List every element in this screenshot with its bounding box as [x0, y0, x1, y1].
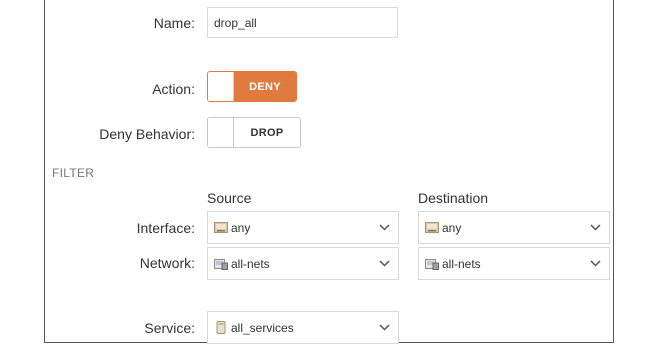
name-input[interactable]: drop_all: [207, 7, 398, 38]
network-label: Network:: [139, 255, 195, 271]
interface-label: Interface:: [136, 220, 195, 236]
deny-behavior-toggle[interactable]: DROP: [207, 117, 301, 148]
chevron-down-icon: [370, 224, 398, 231]
destination-network-select[interactable]: all-nets: [418, 247, 610, 280]
filter-section-heading: FILTER: [52, 166, 95, 180]
destination-column-header: Destination: [418, 190, 489, 206]
name-label: Name:: [153, 15, 195, 31]
chevron-down-icon: [581, 260, 609, 267]
deny-behavior-value: DROP: [234, 118, 300, 147]
action-value: DENY: [234, 72, 296, 101]
network-object-icon: [425, 259, 439, 270]
destination-network-value: all-nets: [442, 256, 481, 271]
action-toggle[interactable]: DENY: [207, 71, 297, 102]
network-object-icon: [214, 259, 228, 270]
toggle-knob: [208, 72, 234, 101]
destination-interface-value: any: [442, 220, 462, 235]
chevron-down-icon: [370, 260, 398, 267]
service-value: all_services: [231, 320, 294, 335]
source-column-header: Source: [207, 190, 252, 206]
service-select[interactable]: all_services: [207, 311, 399, 344]
destination-interface-select[interactable]: any: [418, 211, 610, 244]
source-network-value: all-nets: [231, 256, 270, 271]
rule-form-panel: [44, 0, 614, 343]
service-object-icon: [216, 321, 226, 334]
chevron-down-icon: [581, 224, 609, 231]
interface-icon: [214, 222, 228, 233]
toggle-knob: [208, 118, 234, 147]
source-interface-value: any: [231, 220, 251, 235]
source-interface-select[interactable]: any: [207, 211, 399, 244]
service-label: Service:: [144, 320, 195, 336]
interface-icon: [425, 222, 439, 233]
action-label: Action:: [152, 81, 195, 97]
chevron-down-icon: [370, 324, 398, 331]
deny-behavior-label: Deny Behavior:: [99, 126, 195, 142]
source-network-select[interactable]: all-nets: [207, 247, 399, 280]
